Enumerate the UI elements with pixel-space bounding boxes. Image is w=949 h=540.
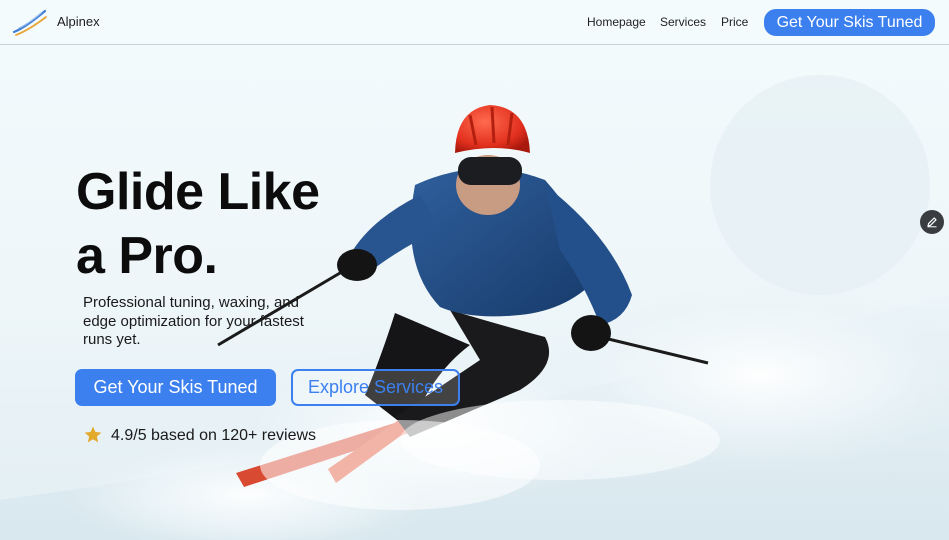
hero-subtext: Professional tuning, waxing, and edge op… — [83, 294, 304, 348]
explore-services-button[interactable]: Explore Services — [291, 369, 460, 406]
star-icon — [84, 426, 102, 443]
top-navigation-bar: Alpinex Homepage Services Price Get Your… — [0, 0, 949, 45]
pencil-icon — [927, 217, 937, 228]
nav-link-price[interactable]: Price — [721, 15, 748, 29]
skier-image — [0, 75, 949, 540]
nav-link-homepage[interactable]: Homepage — [587, 15, 646, 29]
header-get-skis-tuned-button[interactable]: Get Your Skis Tuned — [764, 9, 935, 36]
hero-headline: Glide Like a Pro. — [76, 163, 320, 285]
get-skis-tuned-button[interactable]: Get Your Skis Tuned — [75, 369, 276, 406]
logo-icon[interactable] — [12, 9, 48, 37]
hero-section: Glide Like a Pro. Professional tuning, w… — [0, 45, 949, 540]
edit-button[interactable] — [920, 210, 944, 234]
nav-link-services[interactable]: Services — [660, 15, 706, 29]
brand-name[interactable]: Alpinex — [57, 14, 100, 29]
rating-text: 4.9/5 based on 120+ reviews — [111, 427, 317, 444]
